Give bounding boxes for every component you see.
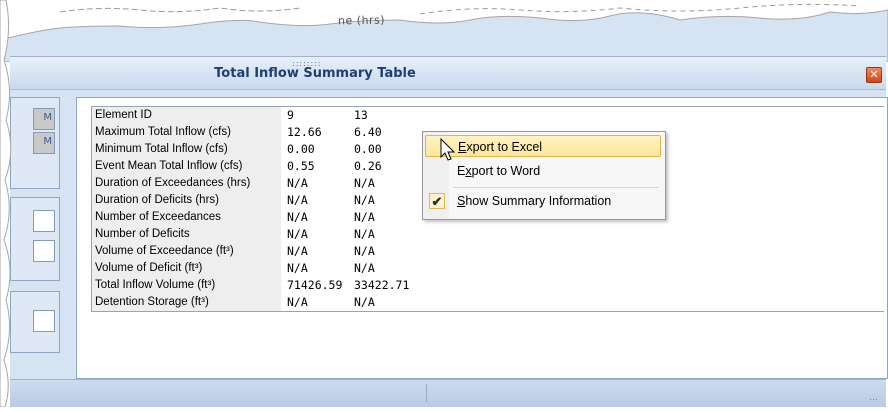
- menu-item-label: Export to Excel: [458, 140, 543, 154]
- value-cell: N/A: [354, 227, 375, 241]
- value-cell: 0.00: [354, 142, 382, 156]
- menu-separator: [453, 187, 659, 188]
- row-label-cell: Total Inflow Volume (ft³): [92, 277, 281, 294]
- row-label-cell: Detention Storage (ft³): [92, 294, 281, 311]
- row-label-cell: Maximum Total Inflow (cfs): [92, 124, 281, 141]
- value-cell: N/A: [287, 227, 308, 241]
- table-row[interactable]: Element ID 9 13: [92, 107, 884, 124]
- title-bar[interactable]: :::::::: Total Inflow Summary Table ✕: [10, 57, 886, 90]
- left-field-1[interactable]: M: [33, 108, 55, 130]
- row-label-cell: Event Mean Total Inflow (cfs): [92, 158, 281, 175]
- field-glyph: M: [43, 112, 52, 123]
- left-field-3[interactable]: [33, 210, 55, 232]
- torn-edge-left: [0, 0, 20, 408]
- table-row[interactable]: Volume of Deficit (ft³) N/A N/A: [92, 260, 884, 277]
- table-row[interactable]: Number of Deficits N/A N/A: [92, 226, 884, 243]
- table-row[interactable]: Volume of Exceedance (ft³) N/A N/A: [92, 243, 884, 260]
- window-title: Total Inflow Summary Table: [214, 66, 416, 81]
- menu-item-export-word[interactable]: Export to Word: [425, 160, 661, 182]
- status-separator: [426, 384, 427, 402]
- row-label-cell: Element ID: [92, 107, 281, 124]
- value-cell: 6.40: [354, 125, 382, 139]
- value-cell: 13: [354, 108, 368, 122]
- resize-grip-icon[interactable]: …: [869, 393, 878, 403]
- table-row[interactable]: Detention Storage (ft³) N/A N/A: [92, 294, 884, 311]
- value-cell: 71426.59: [287, 278, 343, 292]
- value-cell: N/A: [287, 244, 308, 258]
- value-cell: N/A: [354, 261, 375, 275]
- value-cell: N/A: [354, 244, 375, 258]
- value-cell: N/A: [287, 261, 308, 275]
- menu-item-label: Export to Word: [457, 164, 541, 178]
- left-field-2[interactable]: M: [33, 132, 55, 154]
- value-cell: N/A: [287, 210, 308, 224]
- value-cell: 0.55: [287, 159, 315, 173]
- left-field-5[interactable]: [33, 310, 55, 332]
- close-button[interactable]: ✕: [866, 67, 882, 83]
- row-label-cell: Minimum Total Inflow (cfs): [92, 141, 281, 158]
- partial-background-text: ne (hrs): [337, 13, 386, 28]
- status-bar: …: [10, 379, 886, 407]
- value-cell: N/A: [287, 193, 308, 207]
- row-label-cell: Number of Exceedances: [92, 209, 281, 226]
- row-label-cell: Duration of Exceedances (hrs): [92, 175, 281, 192]
- check-icon: ✔: [429, 193, 445, 209]
- menu-item-export-excel[interactable]: Export to Excel: [425, 135, 661, 157]
- value-cell: 33422.71: [354, 278, 410, 292]
- row-label-cell: Volume of Exceedance (ft³): [92, 243, 281, 260]
- value-cell: 0.00: [287, 142, 315, 156]
- summary-table-window: :::::::: Total Inflow Summary Table ✕ M …: [10, 56, 888, 407]
- row-label-cell: Number of Deficits: [92, 226, 281, 243]
- value-cell: 12.66: [287, 125, 322, 139]
- table-row[interactable]: Total Inflow Volume (ft³) 71426.59 33422.7…: [92, 277, 884, 294]
- torn-edge-top: ne (hrs): [0, 0, 888, 62]
- value-cell: N/A: [354, 210, 375, 224]
- menu-item-show-summary[interactable]: ✔ Show Summary Information: [425, 190, 661, 212]
- row-label-cell: Duration of Deficits (hrs): [92, 192, 281, 209]
- value-cell: N/A: [354, 193, 375, 207]
- value-cell: N/A: [354, 295, 375, 309]
- value-cell: 0.26: [354, 159, 382, 173]
- value-cell: N/A: [287, 295, 308, 309]
- value-cell: 9: [287, 108, 294, 122]
- close-icon: ✕: [869, 68, 879, 81]
- mouse-cursor-icon: [440, 137, 460, 164]
- row-label-cell: Volume of Deficit (ft³): [92, 260, 281, 277]
- field-glyph: M: [43, 136, 52, 147]
- value-cell: N/A: [354, 176, 375, 190]
- value-cell: N/A: [287, 176, 308, 190]
- menu-item-label: Show Summary Information: [457, 194, 612, 208]
- left-field-4[interactable]: [33, 240, 55, 262]
